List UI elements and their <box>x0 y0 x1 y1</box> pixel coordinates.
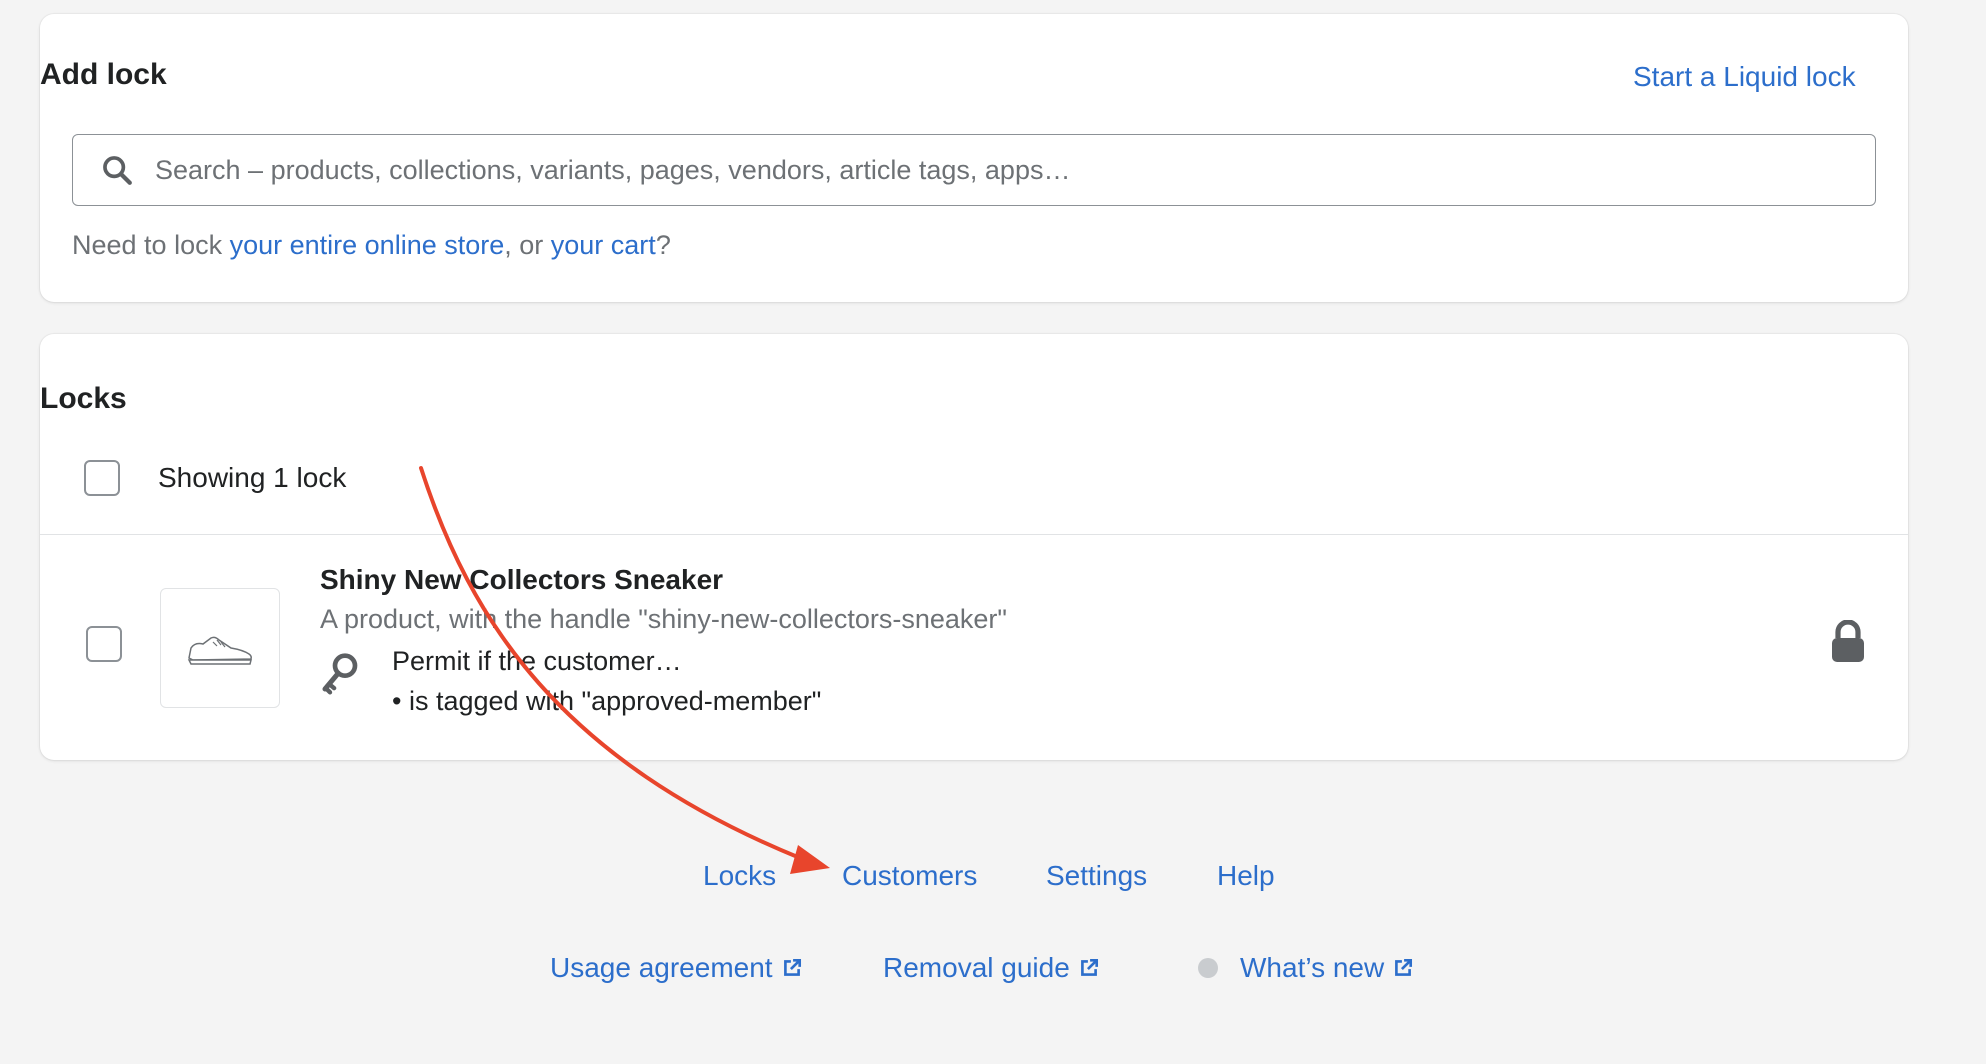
footer-nav-settings[interactable]: Settings <box>1046 860 1147 892</box>
need-lock-mid: , or <box>504 230 551 260</box>
add-lock-title: Add lock <box>40 58 167 91</box>
showing-count: Showing 1 lock <box>158 462 347 493</box>
permit-condition: • is tagged with "approved-member" <box>392 686 822 716</box>
page: Add lock Start a Liquid lock Need to loc… <box>0 0 1986 1064</box>
locks-card: Showing 1 lock Shiny New Collectors Snea… <box>40 334 1908 760</box>
search-icon <box>97 150 137 190</box>
external-link-icon <box>1395 958 1413 976</box>
external-link-icon <box>1080 958 1098 976</box>
removal-guide-label: Removal guide <box>883 952 1070 983</box>
search-input[interactable] <box>155 140 1855 200</box>
sneaker-icon <box>187 636 252 665</box>
key-icon <box>322 653 358 695</box>
need-lock-suffix: ? <box>655 230 671 260</box>
select-all-checkbox[interactable] <box>84 460 120 496</box>
footer-nav-help[interactable]: Help <box>1217 860 1275 892</box>
product-thumbnail <box>160 588 280 708</box>
footer-nav-customers[interactable]: Customers <box>842 860 977 892</box>
entire-store-link[interactable]: your entire online store <box>230 230 505 260</box>
footer-nav-locks[interactable]: Locks <box>703 860 776 892</box>
divider <box>40 534 1908 535</box>
cart-link[interactable]: your cart <box>551 230 656 260</box>
product-name: Shiny New Collectors Sneaker <box>320 564 724 595</box>
usage-agreement-label: Usage agreement <box>550 952 773 983</box>
whats-new-status-dot <box>1198 958 1218 978</box>
need-lock-text: Need to lock your entire online store, o… <box>72 230 671 261</box>
need-lock-prefix: Need to lock <box>72 230 230 260</box>
search-field[interactable] <box>72 134 1876 206</box>
lock-row-checkbox[interactable] <box>86 626 122 662</box>
start-liquid-lock-link[interactable]: Start a Liquid lock <box>1633 61 1856 93</box>
locks-title: Locks <box>40 382 127 415</box>
footer-links: Usage agreement Removal guide What’s new <box>0 952 1986 992</box>
permit-text: Permit if the customer… <box>392 646 682 676</box>
lock-icon <box>1832 620 1864 662</box>
whats-new-link[interactable]: What’s new <box>1240 952 1414 984</box>
whats-new-label: What’s new <box>1240 952 1385 983</box>
footer-nav: Locks Customers Settings Help <box>0 860 1986 900</box>
external-link-icon <box>783 958 801 976</box>
usage-agreement-link[interactable]: Usage agreement <box>550 952 803 984</box>
removal-guide-link[interactable]: Removal guide <box>883 952 1100 984</box>
product-description: A product, with the handle "shiny-new-co… <box>320 604 1008 634</box>
